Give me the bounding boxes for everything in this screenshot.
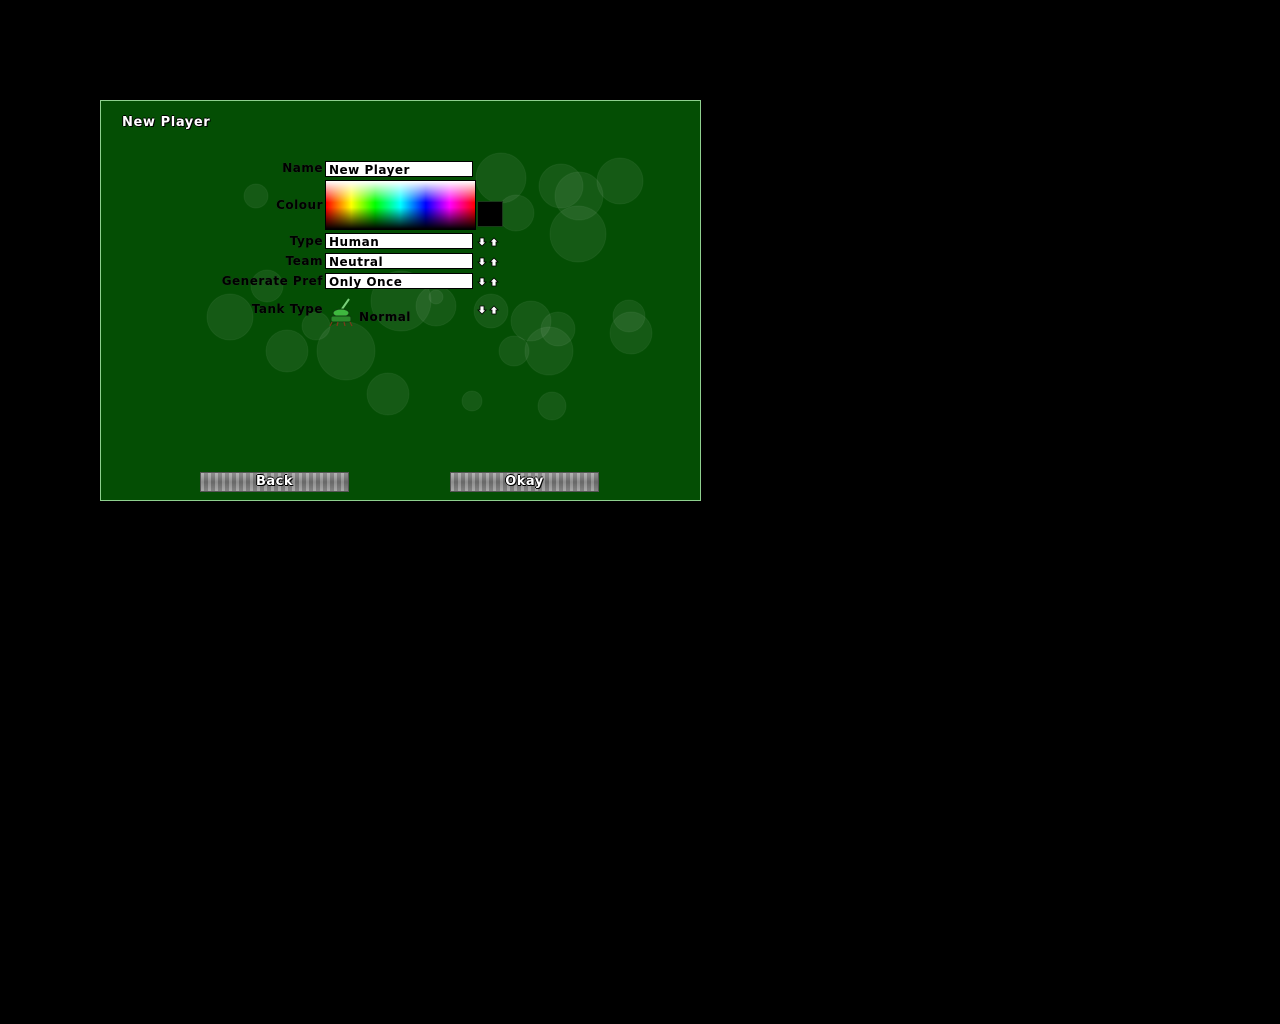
generate-pref-up-arrow-icon[interactable] [489, 277, 499, 287]
generate-pref-label: Generate Pref [221, 274, 323, 288]
type-up-arrow-icon[interactable] [489, 237, 499, 247]
type-down-arrow-icon[interactable] [477, 237, 487, 247]
team-label: Team [285, 254, 323, 268]
okay-button[interactable]: Okay [450, 472, 599, 492]
type-arrows [477, 236, 501, 248]
tank-type-arrows [477, 304, 501, 316]
generate-pref-down-arrow-icon[interactable] [477, 277, 487, 287]
generate-pref-field[interactable]: Only Once [325, 273, 473, 289]
tank-type-label: Tank Type [251, 302, 323, 316]
colour-label: Colour [276, 198, 323, 212]
type-label: Type [289, 234, 323, 248]
type-field[interactable]: Human [325, 233, 473, 249]
team-down-arrow-icon[interactable] [477, 257, 487, 267]
back-button[interactable]: Back [200, 472, 349, 492]
name-label: Name [282, 161, 323, 175]
tank-type-up-arrow-icon[interactable] [489, 305, 499, 315]
dialog-title: New Player [122, 115, 211, 130]
team-arrows [477, 256, 501, 268]
new-player-dialog: New Player Name New Player Colour Type H… [100, 100, 701, 501]
tank-icon [329, 298, 353, 327]
team-up-arrow-icon[interactable] [489, 257, 499, 267]
selected-colour-swatch [477, 201, 503, 227]
tank-type-value: Normal [359, 310, 411, 324]
name-field[interactable]: New Player [325, 161, 473, 177]
tank-type-down-arrow-icon[interactable] [477, 305, 487, 315]
team-field[interactable]: Neutral [325, 253, 473, 269]
generate-pref-arrows [477, 276, 501, 288]
colour-picker[interactable] [325, 180, 476, 230]
